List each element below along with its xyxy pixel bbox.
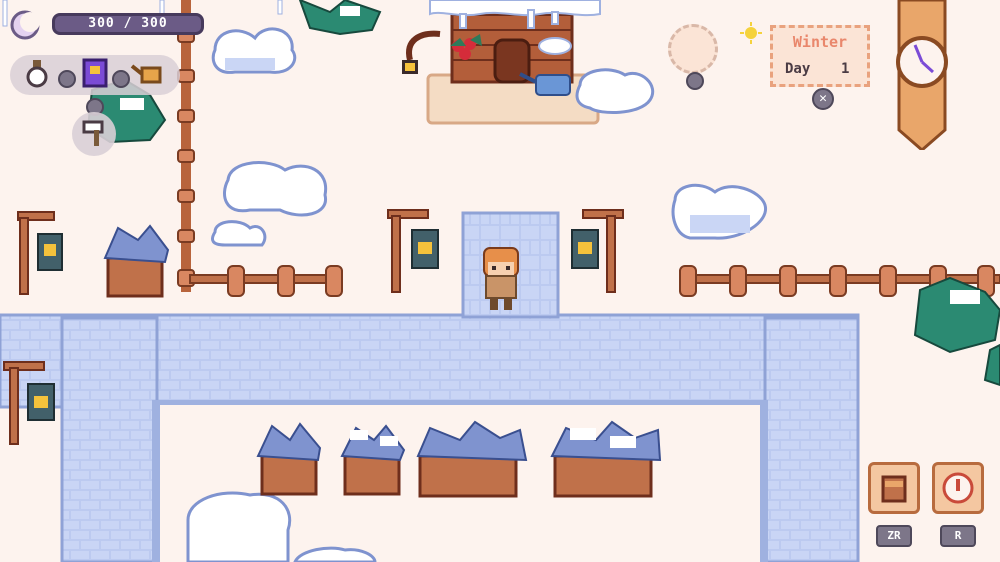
tool-next-icon[interactable] bbox=[112, 70, 130, 88]
energy-value: 300 / 300 bbox=[88, 16, 168, 31]
moon-icon bbox=[10, 10, 40, 40]
close-icon[interactable]: ✕ bbox=[812, 88, 834, 110]
tool-prev-icon[interactable] bbox=[58, 70, 76, 88]
r-button[interactable]: R bbox=[940, 525, 976, 547]
watering-can-icon[interactable] bbox=[130, 58, 166, 88]
day-label: Day bbox=[785, 61, 811, 77]
minimap-circle[interactable] bbox=[668, 24, 718, 74]
inventory-bag-button[interactable] bbox=[868, 462, 920, 514]
potion-icon[interactable] bbox=[22, 58, 52, 88]
minimap-up-icon[interactable] bbox=[686, 72, 704, 90]
spellbook-icon[interactable] bbox=[78, 56, 112, 90]
energy-bar: 300 / 300 bbox=[52, 13, 204, 35]
season-panel: Winter Day 1 bbox=[770, 25, 870, 87]
log-cabin[interactable] bbox=[402, 0, 601, 125]
game-scene: 300 / 300 Winter Day 1 ✕ ZR R bbox=[0, 0, 1000, 562]
season-name: Winter bbox=[792, 33, 848, 51]
compass-button[interactable] bbox=[932, 462, 984, 514]
clock-banner bbox=[895, 0, 949, 152]
sun-icon bbox=[740, 22, 762, 44]
axe-icon[interactable] bbox=[80, 118, 110, 148]
zr-button[interactable]: ZR bbox=[876, 525, 912, 547]
day-number: 1 bbox=[841, 61, 850, 77]
